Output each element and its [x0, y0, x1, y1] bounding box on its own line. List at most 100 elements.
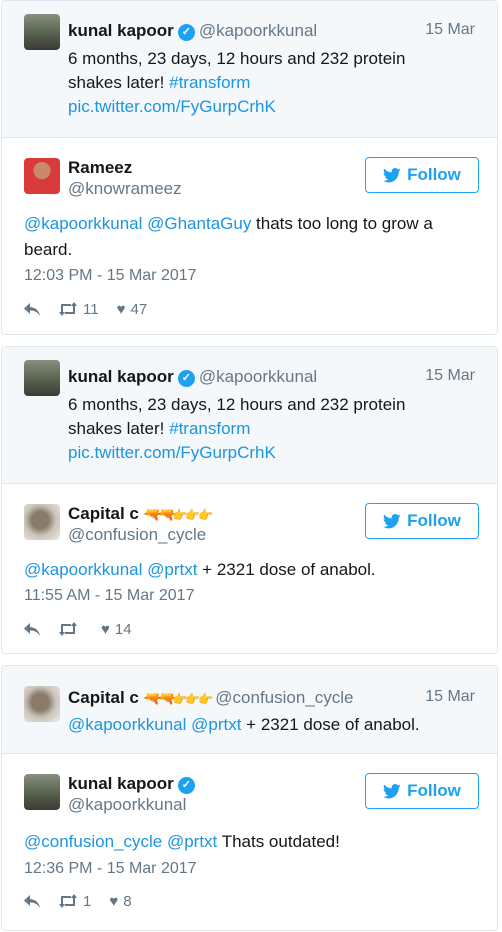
heart-icon: ♥ [116, 300, 126, 318]
reply-button[interactable] [24, 622, 40, 636]
mention-link[interactable]: @kapoorkkunal [24, 214, 142, 233]
action-bar: 1 ♥ 8 [24, 891, 150, 911]
mention-link[interactable]: @confusion_cycle [24, 832, 162, 851]
pointing-hands-emoji-icon: 👉👉👉 [172, 508, 213, 522]
mention-link[interactable]: @prtxt [167, 832, 217, 851]
hashtag-link[interactable]: #transform [169, 419, 250, 438]
quoted-header: Capital c 🔫🔫👉👉👉 @confusion_cycle 15 Mar [68, 688, 477, 710]
tweet-date[interactable]: 15 Mar [425, 688, 475, 706]
like-count: 8 [123, 892, 132, 910]
author-handle[interactable]: @kapoorkkunal [68, 795, 186, 815]
text-line: + 2321 dose of anabol. [241, 715, 420, 734]
reply-tweet: kunal kapoor ✓ @kapoorkkunal Follow @conf… [2, 754, 497, 930]
reply-icon [24, 622, 40, 636]
hashtag-link[interactable]: #transform [169, 73, 250, 92]
text-line: + 2321 dose of anabol. [197, 560, 376, 579]
follow-label: Follow [407, 511, 461, 530]
reply-icon [24, 894, 40, 908]
avatar[interactable] [24, 504, 60, 540]
quoted-tweet[interactable]: Capital c 🔫🔫👉👉👉 @confusion_cycle 15 Mar @… [2, 666, 497, 754]
mention-link[interactable]: @kapoorkkunal [68, 715, 186, 734]
follow-button[interactable]: Follow [365, 157, 479, 193]
author-handle[interactable]: @confusion_cycle [68, 525, 206, 545]
quoted-tweet[interactable]: kunal kapoor ✓ @kapoorkkunal 15 Mar 6 mont… [2, 347, 497, 484]
avatar[interactable] [24, 158, 60, 194]
like-button[interactable]: ♥ 8 [109, 893, 131, 910]
mention-link[interactable]: @prtxt [147, 560, 197, 579]
retweet-button[interactable]: 11 [58, 301, 99, 318]
twitter-bird-icon [383, 513, 401, 528]
pic-link[interactable]: pic.twitter.com/FyGurpCrhK [68, 441, 473, 465]
twitter-bird-icon [383, 167, 401, 182]
gun-emoji-icon: 🔫🔫 [143, 690, 176, 706]
text-line: Thats outdated! [217, 832, 340, 851]
follow-button[interactable]: Follow [365, 773, 479, 809]
retweet-icon [59, 622, 77, 636]
author-name-text[interactable]: kunal kapoor [68, 774, 174, 793]
reply-text: @kapoorkkunal @GhantaGuy thats too long … [24, 211, 477, 263]
reply-button[interactable] [24, 302, 40, 316]
like-count: 14 [114, 620, 132, 638]
reply-tweet: Rameez @knowrameez Follow @kapoorkkunal … [2, 138, 497, 334]
tweet-date[interactable]: 15 Mar [425, 367, 475, 385]
reply-icon [24, 302, 40, 316]
avatar[interactable] [24, 14, 60, 50]
verified-badge-icon: ✓ [177, 24, 195, 41]
pic-link[interactable]: pic.twitter.com/FyGurpCrhK [68, 95, 473, 119]
author-handle[interactable]: @confusion_cycle [215, 688, 353, 707]
follow-label: Follow [407, 165, 461, 184]
author-name[interactable]: Rameez [68, 158, 132, 178]
timestamp[interactable]: 12:36 PM - 15 Mar 2017 [24, 860, 197, 878]
like-count: 47 [130, 300, 148, 318]
heart-icon: ♥ [109, 892, 119, 910]
author-name[interactable]: Capital c [68, 688, 139, 707]
mention-link[interactable]: @kapoorkkunal [24, 560, 142, 579]
avatar[interactable] [24, 774, 60, 810]
timestamp[interactable]: 12:03 PM - 15 Mar 2017 [24, 267, 197, 285]
like-button[interactable]: ♥ 47 [117, 301, 148, 318]
author-name-text[interactable]: Capital c [68, 504, 139, 523]
author-name[interactable]: kunal kapoor [68, 367, 174, 386]
follow-label: Follow [407, 781, 461, 800]
follow-button[interactable]: Follow [365, 503, 479, 539]
retweet-icon [59, 894, 77, 908]
timestamp[interactable]: 11:55 AM - 15 Mar 2017 [24, 587, 194, 605]
text-line: 6 months, 23 days, 12 hours and 232 prot… [68, 395, 406, 414]
action-bar: 11 ♥ 47 [24, 299, 165, 319]
quoted-tweet[interactable]: kunal kapoor ✓ @kapoorkkunal 15 Mar 6 mont… [2, 1, 497, 138]
retweet-button[interactable] [58, 622, 83, 636]
mention-link[interactable]: @prtxt [191, 715, 241, 734]
author-name[interactable]: kunal kapoor [68, 21, 174, 40]
text-line: 6 months, 23 days, 12 hours and 232 prot… [68, 49, 406, 68]
author-handle[interactable]: @kapoorkkunal [199, 21, 317, 40]
retweet-count: 1 [83, 892, 92, 910]
author-name: kunal kapoor ✓ [68, 774, 195, 794]
author-handle[interactable]: @kapoorkkunal [199, 367, 317, 386]
retweet-button[interactable]: 1 [58, 893, 91, 910]
quoted-header: kunal kapoor ✓ @kapoorkkunal 15 Mar [68, 21, 477, 43]
avatar[interactable] [24, 360, 60, 396]
quoted-text: @kapoorkkunal @prtxt + 2321 dose of anab… [68, 713, 473, 737]
reply-tweet: Capital c 🔫🔫👉👉👉 @confusion_cycle Follow … [2, 484, 497, 653]
reply-button[interactable] [24, 894, 40, 908]
retweet-icon [59, 302, 77, 316]
mention-link[interactable]: @GhantaGuy [147, 214, 251, 233]
retweet-count: 11 [83, 300, 99, 318]
verified-badge-icon: ✓ [177, 777, 195, 794]
tweet-card: Capital c 🔫🔫👉👉👉 @confusion_cycle 15 Mar @… [1, 665, 498, 931]
text-line: thats too long to grow a [251, 214, 433, 233]
twitter-bird-icon [383, 783, 401, 798]
tweet-date[interactable]: 15 Mar [425, 21, 475, 39]
pointing-hands-emoji-icon: 👉👉👉 [172, 692, 213, 706]
quoted-text: 6 months, 23 days, 12 hours and 232 prot… [68, 47, 473, 119]
like-button[interactable]: ♥ 14 [101, 621, 132, 638]
avatar[interactable] [24, 686, 60, 722]
verified-badge-icon: ✓ [177, 370, 195, 387]
author-handle[interactable]: @knowrameez [68, 179, 182, 199]
author-name: Capital c 🔫🔫👉👉👉 [68, 504, 213, 524]
tweet-card: kunal kapoor ✓ @kapoorkkunal 15 Mar 6 mont… [1, 346, 498, 654]
text-line: shakes later! [68, 73, 170, 92]
text-line: beard. [24, 240, 73, 259]
gun-emoji-icon: 🔫🔫 [143, 506, 176, 522]
quoted-text: 6 months, 23 days, 12 hours and 232 prot… [68, 393, 473, 465]
